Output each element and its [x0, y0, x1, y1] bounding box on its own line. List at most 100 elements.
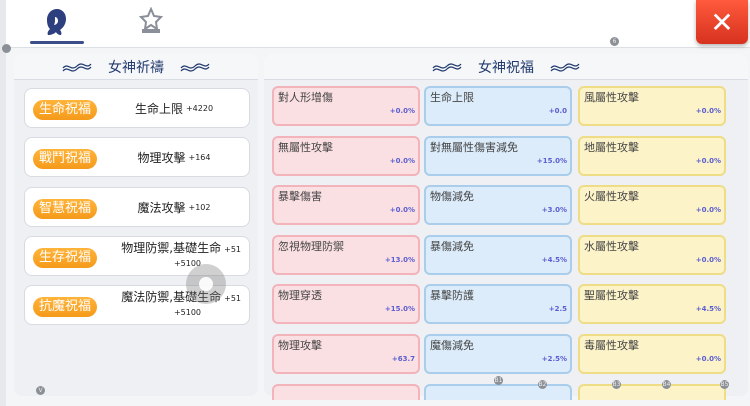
stat-card [272, 384, 420, 400]
panel-title: 女神祝福 [478, 59, 534, 76]
star-emblem-icon [138, 7, 164, 33]
stat-card: 風屬性攻擊 +0.0% [578, 86, 726, 126]
overlay-marker: B1 [494, 376, 503, 385]
blessing-stat: 生命上限 +4220 [103, 89, 245, 127]
stat-card-label: 毒屬性攻擊 [584, 338, 639, 352]
stat-card-label: 忽視物理防禦 [278, 239, 344, 253]
blessing-row[interactable]: 戰鬥祝福 物理攻擊 +164 [24, 137, 250, 177]
stat-card: 忽視物理防禦 +13.0% [272, 234, 420, 275]
stat-card: 毒屬性攻擊 +0.0% [578, 333, 726, 374]
stat-card-value: +0.0 [548, 107, 567, 115]
stat-card: 暴擊防護 +2.5 [424, 284, 572, 324]
stat-card-value: +0.0% [695, 156, 721, 165]
stat-name: 物理防禦,基礎生命 [121, 241, 222, 255]
blessing-badge: 生命祝福 [33, 100, 97, 120]
panel-title: 女神祈禱 [108, 59, 164, 76]
overlay-marker: B5 [720, 380, 729, 389]
stat-card: 無屬性攻擊 +0.0% [272, 135, 420, 176]
stat-value: +4220 [185, 103, 214, 113]
stat-card: 地屬性攻擊 +0.0% [578, 135, 726, 176]
stat-name: 生命上限 [134, 101, 183, 116]
stat-card: 物傷減免 +3.0% [424, 185, 572, 225]
stat-card-value: +3.0% [541, 206, 567, 214]
stat-card: 物理攻擊 +63.7 [272, 333, 420, 374]
stat-card-value: +2.5 [548, 305, 567, 313]
stat-name: 魔法攻擊 [137, 200, 186, 215]
stat-card-label: 暴擊傷害 [278, 190, 322, 203]
stat-value: +164 [188, 152, 211, 162]
stat-card-value: +0.0% [389, 156, 415, 165]
blessing-badge: 抗魔祝福 [33, 297, 97, 317]
stat-card: 生命上限 +0.0 [424, 86, 572, 126]
stat-card-label: 地屬性攻擊 [584, 140, 639, 154]
stat-card-value: +2.5% [541, 354, 567, 363]
blessing-stat: 物理防禦,基礎生命 +51 +5100 [103, 237, 245, 275]
stat-card-value: +0.0% [695, 107, 721, 115]
stat-card-label: 聖屬性攻擊 [584, 289, 639, 302]
stat-card-label: 暴傷減免 [430, 239, 474, 253]
stat-value: +102 [188, 202, 211, 212]
overlay-marker: B2 [538, 380, 547, 389]
stat-card-label: 物傷減免 [430, 190, 474, 203]
goddess-prayer-panel: 女神祈禱 生命祝福 生命上限 +4220 戰鬥祝福 物理攻擊 +164 智慧祝福 魔… [14, 54, 258, 396]
stat-card-value: +63.7 [391, 354, 415, 363]
blessing-stat: 物理攻擊 +164 [103, 138, 245, 176]
wave-ornament-icon [62, 62, 92, 72]
tab-goddess[interactable] [30, 0, 84, 44]
stat-card-value: +0.0% [695, 354, 721, 363]
stat-card-value: +4.5% [541, 255, 567, 264]
overlay-marker: B4 [662, 380, 671, 389]
close-button[interactable]: ✕ [696, 0, 748, 44]
overlay-marker: B3 [612, 380, 621, 389]
stat-card-value: +0.0% [695, 206, 721, 214]
stat-card: 火屬性攻擊 +0.0% [578, 185, 726, 225]
stat-value: +51 [224, 294, 241, 303]
virtual-joystick[interactable] [186, 264, 226, 304]
blessing-stat: 魔法攻擊 +102 [103, 188, 245, 226]
stat-card-label: 風屬性攻擊 [584, 91, 639, 104]
stat-card-label: 水屬性攻擊 [584, 239, 639, 253]
blessing-row[interactable]: 智慧祝福 魔法攻擊 +102 [24, 187, 250, 227]
tab-emblem[interactable] [124, 0, 178, 44]
stat-card-label: 無屬性攻擊 [278, 140, 333, 154]
stat-card-value: +0.0% [695, 255, 721, 264]
stat-card-label: 生命上限 [430, 91, 474, 104]
stat-card-value: +0.0% [389, 107, 415, 115]
stat-card: 暴擊傷害 +0.0% [272, 185, 420, 225]
wave-ornament-icon [550, 62, 580, 72]
stat-card-label: 對人形增傷 [278, 91, 333, 104]
stat-card-value: +4.5% [695, 305, 721, 313]
goddess-window: ✕ 6 女神祈禱 生命祝福 生命上限 +4220 戰鬥祝福 物理攻擊 +164 智慧… [2, 0, 750, 406]
panel-header: 女神祝福 [264, 54, 748, 80]
wave-ornament-icon [180, 62, 210, 72]
stat-value: +51 [224, 245, 241, 254]
wave-ornament-icon [432, 62, 462, 72]
stat-value-secondary: +5100 [173, 308, 201, 317]
stat-card: 水屬性攻擊 +0.0% [578, 234, 726, 275]
stat-name: 物理攻擊 [137, 150, 186, 165]
blessing-badge: 戰鬥祝福 [33, 149, 97, 169]
stat-card: 聖屬性攻擊 +4.5% [578, 284, 726, 324]
stat-card: 對人形增傷 +0.0% [272, 86, 420, 126]
top-tab-bar: ✕ [6, 0, 750, 48]
stat-card: 魔傷減免 +2.5% [424, 333, 572, 374]
blessing-row[interactable]: 生命祝福 生命上限 +4220 [24, 88, 250, 128]
overlay-marker: V [36, 386, 45, 395]
stat-card [424, 384, 572, 400]
stat-card-value: +15.0% [384, 305, 415, 313]
stat-card-value: +0.0% [389, 206, 415, 214]
goddess-head-icon [47, 9, 66, 35]
blessing-badge: 智慧祝福 [33, 199, 97, 219]
stat-card-value: +15.0% [536, 156, 567, 165]
stat-card: 物理穿透 +15.0% [272, 284, 420, 324]
stat-card: 對無屬性傷害減免 +15.0% [424, 135, 572, 176]
overlay-marker [2, 44, 11, 53]
stat-card-label: 火屬性攻擊 [584, 190, 639, 203]
stat-card-label: 物理穿透 [278, 289, 322, 302]
goddess-blessing-panel: 女神祝福 對人形增傷 +0.0% 無屬性攻擊 +0.0% 暴擊傷害 +0.0% 忽視物理防禦… [264, 54, 748, 400]
stat-card-label: 對無屬性傷害減免 [430, 140, 518, 154]
stat-card-value: +13.0% [384, 255, 415, 264]
stat-card-label: 魔傷減免 [430, 338, 474, 352]
stat-card-label: 暴擊防護 [430, 289, 474, 302]
stat-card: 暴傷減免 +4.5% [424, 234, 572, 275]
